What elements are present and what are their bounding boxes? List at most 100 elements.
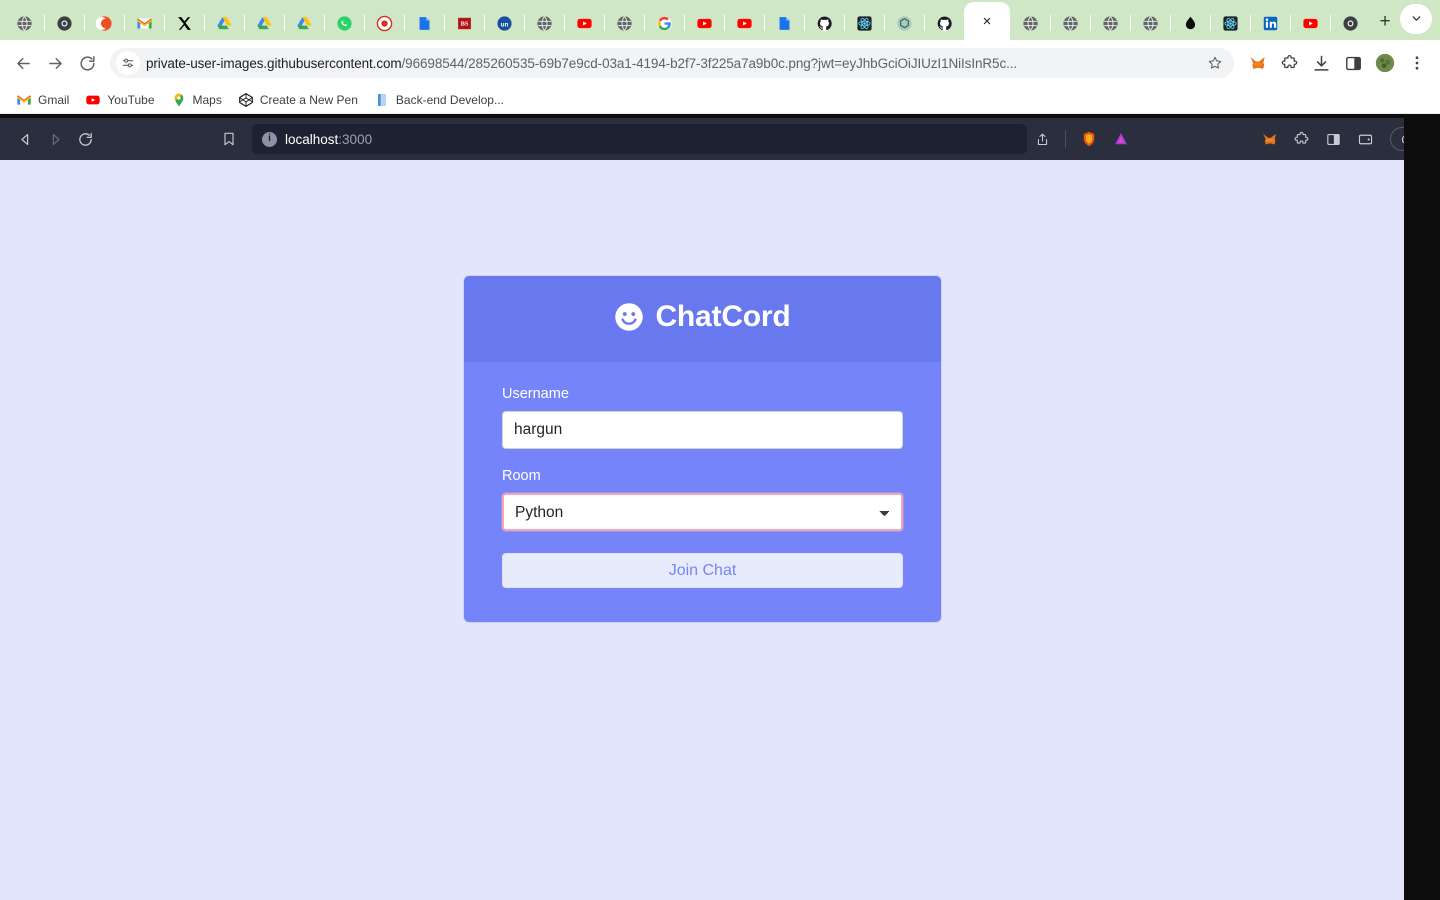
tab[interactable] <box>884 6 924 40</box>
vpn-button[interactable]: VPN <box>1390 127 1404 151</box>
tab-search-button[interactable] <box>1400 3 1432 34</box>
youtube-icon <box>736 18 752 28</box>
inner-forward-button[interactable] <box>40 124 70 154</box>
star-icon <box>1208 56 1222 69</box>
tab[interactable] <box>244 6 284 40</box>
tab[interactable] <box>124 6 164 40</box>
bookmark-label: Create a New Pen <box>259 92 358 107</box>
join-chat-button[interactable]: Join Chat <box>502 553 903 588</box>
room-label: Room <box>502 468 541 484</box>
github-icon <box>816 15 832 31</box>
youtube-icon <box>85 92 101 108</box>
tab[interactable] <box>764 6 804 40</box>
brave-shields-button[interactable] <box>1074 124 1104 154</box>
bookmark-item[interactable]: Back-end Develop... <box>366 89 512 111</box>
username-group: Username <box>502 386 903 449</box>
chrome-menu-button[interactable] <box>1402 48 1432 78</box>
bookmark-item[interactable]: Gmail <box>8 89 77 111</box>
tab[interactable] <box>924 6 964 40</box>
inner-back-button[interactable] <box>10 124 40 154</box>
tab[interactable]: un <box>484 6 524 40</box>
metamask-extension-button[interactable] <box>1242 48 1272 78</box>
url-path: /96698544/285260535-69b7e9cd-03a1-4194-b… <box>401 55 1018 71</box>
side-panel-button[interactable] <box>1338 48 1368 78</box>
forward-button[interactable] <box>40 48 70 78</box>
tab[interactable] <box>1130 6 1170 40</box>
tab[interactable] <box>844 6 884 40</box>
reload-button[interactable] <box>72 48 102 78</box>
close-icon[interactable]: × <box>983 14 992 29</box>
inner-bookmark-button[interactable] <box>214 131 244 147</box>
metamask-icon <box>1249 56 1265 69</box>
tab[interactable] <box>84 6 124 40</box>
inner-reload-button[interactable] <box>70 124 100 154</box>
tab[interactable] <box>1170 6 1210 40</box>
tab[interactable] <box>684 6 724 40</box>
inner-address-bar[interactable]: i localhost:3000 <box>252 124 1027 154</box>
tab[interactable] <box>564 6 604 40</box>
username-input[interactable] <box>502 411 903 449</box>
toolbar-divider <box>1065 130 1066 148</box>
tab[interactable] <box>1330 6 1370 40</box>
book-icon <box>374 92 390 108</box>
inner-extensions-button[interactable] <box>1286 124 1316 154</box>
bookmark-label: Maps <box>192 92 222 107</box>
tab[interactable] <box>1050 6 1090 40</box>
tab[interactable] <box>1010 6 1050 40</box>
puzzle-extensions-icon <box>1294 131 1308 144</box>
active-tab[interactable]: × <box>964 2 1010 40</box>
site-info-button[interactable] <box>116 51 140 75</box>
inner-sidebar-button[interactable] <box>1318 124 1348 154</box>
tab[interactable] <box>724 6 764 40</box>
inner-url-port: :3000 <box>338 131 373 147</box>
inner-wallet-button[interactable] <box>1350 124 1380 154</box>
tab[interactable]: BS <box>444 6 484 40</box>
tab[interactable] <box>164 6 204 40</box>
x-twitter-icon <box>177 16 191 30</box>
share-button[interactable] <box>1027 124 1057 154</box>
tab[interactable] <box>1210 6 1250 40</box>
tab[interactable] <box>204 6 244 40</box>
page-viewport: ChatCord Username Room JavaScriptPythonP… <box>0 160 1404 900</box>
bookmark-icon <box>224 132 234 146</box>
tab[interactable] <box>524 6 564 40</box>
room-select[interactable]: JavaScriptPythonPHPC#RubyJava <box>502 493 903 531</box>
inner-metamask-button[interactable] <box>1254 124 1284 154</box>
tab[interactable] <box>44 6 84 40</box>
chrome-toolbar: private-user-images.githubusercontent.co… <box>0 40 1440 86</box>
metamask-fox-icon <box>1262 133 1276 144</box>
tab[interactable] <box>1090 6 1130 40</box>
arrow-left-icon <box>16 57 30 69</box>
tab[interactable] <box>324 6 364 40</box>
gmail-icon <box>136 17 152 28</box>
tab[interactable] <box>604 6 644 40</box>
back-button[interactable] <box>8 48 38 78</box>
smiley-face-icon <box>615 303 644 331</box>
tab[interactable] <box>1250 6 1290 40</box>
downloads-button[interactable] <box>1306 48 1336 78</box>
reload-icon <box>78 132 92 146</box>
openai-icon <box>896 15 912 31</box>
new-tab-button[interactable]: + <box>1370 7 1400 37</box>
tab[interactable] <box>364 6 404 40</box>
bookmark-item[interactable]: YouTube <box>77 89 162 111</box>
tab[interactable] <box>804 6 844 40</box>
tab[interactable] <box>284 6 324 40</box>
tab[interactable] <box>1290 6 1330 40</box>
tab[interactable] <box>4 6 44 40</box>
globe-icon <box>1142 15 1158 31</box>
right-gutter <box>1404 118 1440 900</box>
bookmark-item[interactable]: Maps <box>163 89 230 111</box>
tab[interactable] <box>404 6 444 40</box>
bookmark-item[interactable]: Create a New Pen <box>230 89 366 111</box>
bookmarks-bar: Gmail YouTube Maps Create a New Pen Back-end… <box>0 86 1440 114</box>
extensions-button[interactable] <box>1274 48 1304 78</box>
address-bar[interactable]: private-user-images.githubusercontent.co… <box>110 48 1234 78</box>
tab[interactable] <box>644 6 684 40</box>
orange-disc-icon <box>95 15 112 31</box>
reload-icon <box>79 55 95 71</box>
bookmark-star-button[interactable] <box>1204 55 1226 71</box>
triangle-right-icon <box>52 133 60 145</box>
profile-avatar[interactable] <box>1370 48 1400 78</box>
triangle-extension-button[interactable] <box>1106 124 1136 154</box>
